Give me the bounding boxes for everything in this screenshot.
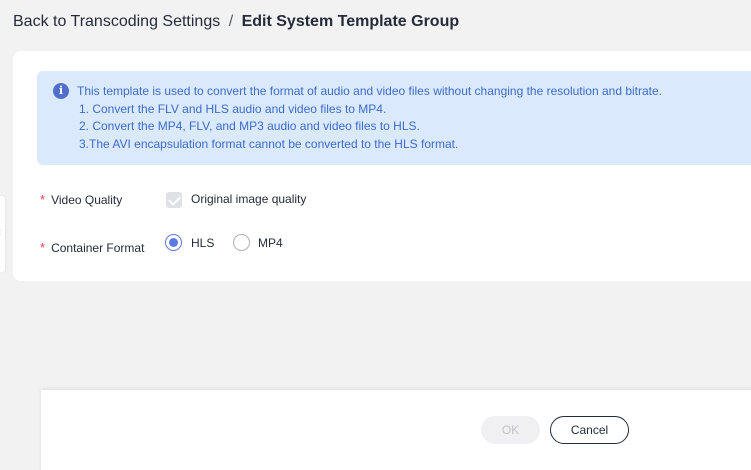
page-title: Edit System Template Group [241,13,460,30]
mp4-radio-label[interactable]: MP4 [258,236,283,250]
container-format-label-text: Container Format [51,241,145,255]
info-icon: i [53,83,69,99]
cancel-button[interactable]: Cancel [550,416,629,444]
template-form-card: i This template is used to convert the f… [13,51,751,281]
ok-button[interactable]: OK [481,416,540,444]
original-quality-checkbox[interactable] [166,192,182,208]
video-quality-row: * Video Quality Original image quality [13,187,751,211]
video-quality-label-text: Video Quality [51,193,123,207]
hls-radio-label[interactable]: HLS [191,236,214,250]
page: Back to Transcoding Settings / Edit Syst… [0,0,751,470]
alert-line: This template is used to convert the for… [77,84,663,98]
breadcrumb: Back to Transcoding Settings / Edit Syst… [13,12,459,32]
info-alert: i This template is used to convert the f… [37,71,751,165]
required-mark: * [40,192,46,207]
required-mark: * [40,240,46,255]
original-quality-label[interactable]: Original image quality [191,192,306,206]
container-format-label: * Container Format [40,240,144,255]
video-quality-label: * Video Quality [40,192,122,207]
breadcrumb-separator: / [228,13,234,30]
hls-radio[interactable] [165,234,182,251]
alert-line: 3.The AVI encapsulation format cannot be… [79,136,459,151]
alert-text: This template is used to convert the for… [77,83,662,153]
alert-line: 1. Convert the FLV and HLS audio and vid… [79,101,387,116]
container-format-row: * Container Format HLS MP4 [13,231,751,255]
chevron-left-icon: ‹ [0,225,1,239]
mp4-radio[interactable] [233,234,250,251]
alert-line: 2. Convert the MP4, FLV, and MP3 audio a… [79,119,420,133]
side-collapse-handle[interactable]: ‹ [0,196,5,272]
action-footer: OK Cancel [41,390,751,470]
back-link[interactable]: Back to Transcoding Settings [13,13,220,30]
